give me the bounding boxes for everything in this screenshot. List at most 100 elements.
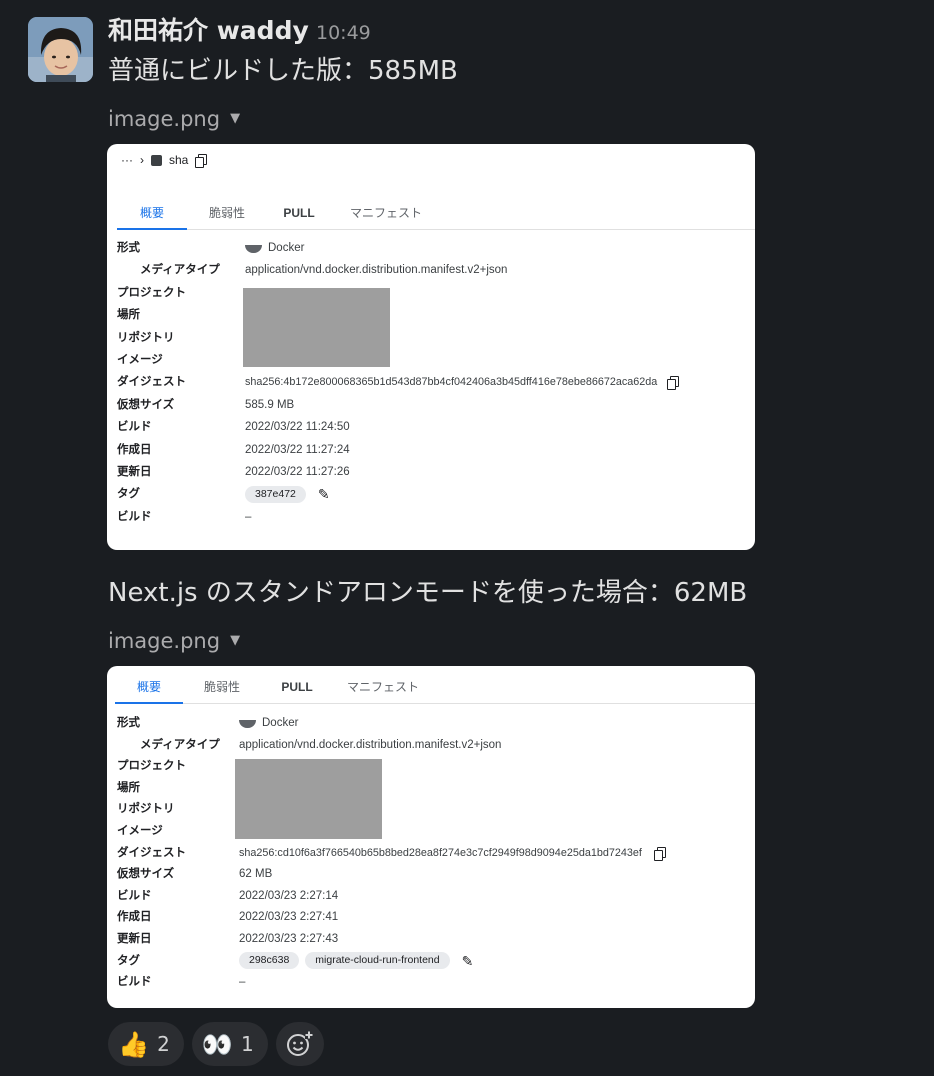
- message-text-1: 普通にビルドした版：585MB: [108, 56, 458, 86]
- detail-row-location: 場所: [117, 304, 755, 326]
- tab-pull: PULL: [283, 206, 315, 220]
- tab-vulnerabilities: 脆弱性: [203, 680, 240, 694]
- message-timestamp[interactable]: 10:49: [316, 22, 371, 44]
- label-digest: ダイジェスト: [117, 846, 186, 859]
- tab-pull: PULL: [281, 680, 313, 694]
- tab-overview: 概要: [117, 200, 187, 230]
- eyes-icon: 👀: [201, 1029, 234, 1059]
- attachment-filename-2[interactable]: image.png ▼: [108, 628, 240, 654]
- label-image: イメージ: [117, 824, 163, 837]
- reaction-count: 2: [157, 1032, 170, 1056]
- label-project: プロジェクト: [117, 760, 186, 773]
- attachment-image-2[interactable]: 概要 脆弱性 PULL マニフェスト 形式 Docker メディアタイプ app…: [107, 666, 755, 1008]
- detail-row-build-2: ビルド –: [117, 506, 755, 528]
- label-repository: リポジトリ: [117, 803, 175, 816]
- reaction-eyes[interactable]: 👀 1: [191, 1022, 268, 1066]
- value-created: 2022/03/22 11:27:24: [245, 443, 350, 456]
- detail-row-repository: リポジトリ: [117, 327, 755, 349]
- caret-down-icon[interactable]: ▼: [230, 106, 240, 132]
- value-media-type: application/vnd.docker.distribution.mani…: [239, 738, 502, 751]
- label-repository: リポジトリ: [117, 331, 175, 344]
- breadcrumb-ellipsis: ···: [121, 153, 133, 167]
- image-digest-icon: [151, 154, 162, 166]
- detail-row-updated: 更新日 2022/03/23 2:27:43: [117, 928, 755, 950]
- detail-row-build-2: ビルド –: [117, 971, 755, 993]
- label-type: 形式: [117, 717, 140, 729]
- tag-chip: 298c638: [239, 952, 300, 970]
- label-updated: 更新日: [117, 465, 152, 478]
- caret-down-icon[interactable]: ▼: [230, 628, 240, 654]
- details-list: 形式 Docker メディアタイプ application/vnd.docker…: [117, 712, 755, 993]
- detail-row-virtual-size: 仮想サイズ 585.9 MB: [117, 394, 755, 416]
- detail-row-created: 作成日 2022/03/23 2:27:41: [117, 906, 755, 928]
- value-digest: sha256:cd10f6a3f766540b65b8bed28ea8f274e…: [239, 846, 642, 859]
- breadcrumb-current: sha: [169, 153, 189, 167]
- label-build: ビルド: [117, 889, 152, 902]
- value-build-2: –: [239, 976, 246, 989]
- reactions-bar: 👍 2 👀 1: [108, 1022, 324, 1066]
- tab-manifest: マニフェスト: [349, 206, 422, 220]
- detail-row-project: プロジェクト: [117, 755, 755, 777]
- label-location: 場所: [117, 781, 140, 794]
- label-virtual-size: 仮想サイズ: [117, 398, 175, 411]
- breadcrumb: ··· › sha: [121, 153, 208, 168]
- docker-icon: [245, 245, 262, 253]
- detail-row-image: イメージ: [117, 820, 755, 842]
- detail-row-created: 作成日 2022/03/22 11:27:24: [117, 439, 755, 461]
- author-name[interactable]: 和田祐介 waddy: [108, 15, 309, 47]
- add-reaction-button[interactable]: [275, 1022, 324, 1066]
- pencil-icon: ✎: [461, 952, 474, 969]
- tag-chip: migrate-cloud-run-frontend: [305, 952, 450, 970]
- label-image: イメージ: [117, 353, 163, 366]
- label-media-type: メディアタイプ: [140, 264, 220, 277]
- label-created: 作成日: [117, 911, 152, 924]
- detail-row-image: イメージ: [117, 349, 755, 371]
- avatar[interactable]: [28, 17, 93, 82]
- tab-bar: 概要 脆弱性 PULL マニフェスト: [117, 200, 755, 230]
- detail-row-build: ビルド 2022/03/22 11:24:50: [117, 416, 755, 438]
- label-type: 形式: [117, 242, 140, 254]
- value-created: 2022/03/23 2:27:41: [239, 911, 339, 924]
- label-tag: タグ: [117, 954, 140, 967]
- reaction-thumbs-up[interactable]: 👍 2: [108, 1022, 184, 1066]
- label-created: 作成日: [117, 443, 152, 456]
- tag-chip: 387e472: [245, 485, 306, 503]
- value-type: Docker: [262, 717, 299, 729]
- copy-icon: [653, 846, 666, 861]
- detail-row-tag: タグ 387e472 ✎: [117, 483, 755, 505]
- label-build-2: ビルド: [117, 976, 152, 989]
- label-digest: ダイジェスト: [117, 376, 186, 389]
- detail-row-digest: ダイジェスト sha256:cd10f6a3f766540b65b8bed28e…: [117, 842, 755, 864]
- detail-row-media-type: メディアタイプ application/vnd.docker.distribut…: [117, 259, 755, 281]
- value-type: Docker: [268, 242, 305, 254]
- detail-row-repository: リポジトリ: [117, 798, 755, 820]
- value-build: 2022/03/23 2:27:14: [239, 889, 339, 902]
- value-build: 2022/03/22 11:24:50: [245, 421, 350, 434]
- tab-manifest: マニフェスト: [346, 680, 419, 694]
- label-media-type: メディアタイプ: [140, 738, 220, 751]
- attachment-filename-label: image.png: [108, 107, 221, 131]
- attachment-filename-1[interactable]: image.png ▼: [108, 106, 240, 132]
- copy-icon: [667, 376, 680, 391]
- reaction-count: 1: [241, 1032, 254, 1056]
- label-tag: タグ: [117, 488, 140, 501]
- detail-row-virtual-size: 仮想サイズ 62 MB: [117, 863, 755, 885]
- label-project: プロジェクト: [117, 286, 186, 299]
- docker-icon: [239, 720, 256, 728]
- attachment-image-1[interactable]: ··· › sha 概要 脆弱性 PULL マニフェスト 形式 Docker メ…: [107, 144, 755, 550]
- label-updated: 更新日: [117, 932, 152, 945]
- detail-row-build: ビルド 2022/03/23 2:27:14: [117, 885, 755, 907]
- detail-row-project: プロジェクト: [117, 282, 755, 304]
- add-reaction-icon: [286, 1031, 313, 1056]
- detail-row-tag: タグ 298c638 migrate-cloud-run-frontend ✎: [117, 950, 755, 972]
- value-updated: 2022/03/22 11:27:26: [245, 465, 350, 478]
- value-virtual-size: 62 MB: [239, 868, 273, 881]
- label-location: 場所: [117, 309, 140, 322]
- detail-row-digest: ダイジェスト sha256:4b172e800068365b1d543d87bb…: [117, 371, 755, 393]
- label-virtual-size: 仮想サイズ: [117, 868, 175, 881]
- copy-icon: [195, 154, 208, 168]
- tab-vulnerabilities: 脆弱性: [208, 206, 245, 220]
- tab-bar: 概要 脆弱性 PULL マニフェスト: [115, 674, 755, 704]
- value-digest: sha256:4b172e800068365b1d543d87bb4cf0424…: [245, 376, 658, 389]
- label-build-2: ビルド: [117, 510, 152, 523]
